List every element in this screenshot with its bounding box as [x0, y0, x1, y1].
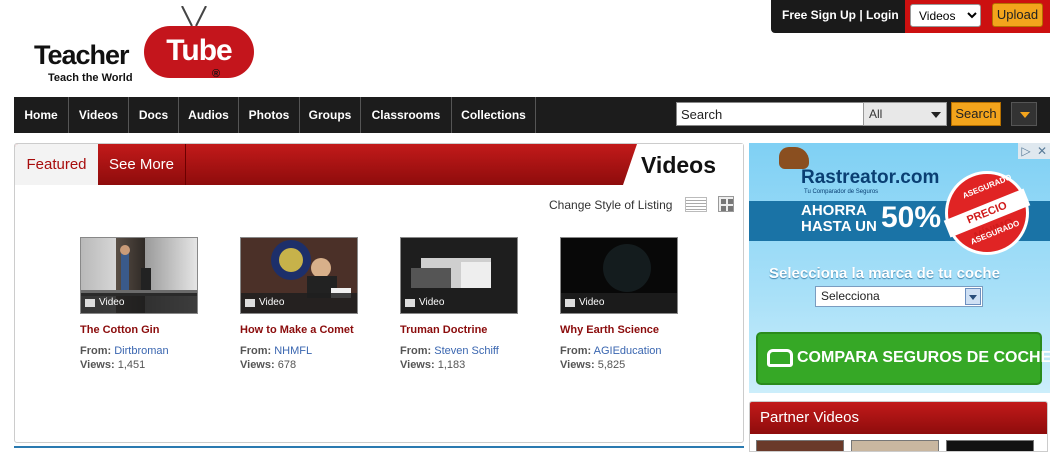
nav-videos[interactable]: Videos — [69, 97, 129, 133]
partner-videos-panel: Partner Videos — [749, 401, 1048, 452]
ad-question: Selecciona la marca de tu coche — [769, 265, 1000, 282]
ad-ahorra: AHORRA HASTA UN — [801, 202, 877, 235]
search-button[interactable]: Search — [951, 102, 1001, 126]
signup-login-link[interactable]: Free Sign Up | Login — [782, 8, 899, 22]
panel-divider — [14, 446, 744, 452]
section-title: Videos — [641, 152, 716, 178]
video-views: Views: 5,825 — [560, 359, 626, 371]
panel-header: Featured See More Videos — [15, 144, 743, 185]
account-bar: Free Sign Up | Login Videos Upload — [771, 0, 1050, 33]
dog-mascot-icon — [779, 147, 809, 169]
ad-choices-icon[interactable]: ▷ — [1018, 143, 1034, 159]
partner-videos-title: Partner Videos — [750, 402, 1047, 434]
nav-classrooms[interactable]: Classrooms — [361, 97, 452, 133]
teachertube-logo[interactable]: Teacher Tube Teach the World ® — [34, 6, 254, 88]
logo-text-tube: Tube — [144, 26, 254, 78]
video-thumbnail[interactable]: Video — [240, 237, 358, 314]
video-views: Views: 1,451 — [80, 359, 146, 371]
search-scope-select[interactable]: All — [863, 102, 947, 126]
featured-videos-panel: Featured See More Videos Change Style of… — [14, 143, 744, 443]
close-icon[interactable]: ✕ — [1034, 143, 1050, 159]
video-title[interactable]: How to Make a Comet — [240, 324, 354, 336]
uploader-link[interactable]: Dirtbroman — [114, 345, 168, 357]
partner-thumbnail[interactable] — [851, 440, 939, 451]
chevron-down-icon — [1020, 112, 1030, 118]
video-views: Views: 678 — [240, 359, 297, 371]
car-icon — [767, 349, 793, 367]
upload-button[interactable]: Upload — [992, 3, 1043, 27]
video-thumbnail[interactable]: Video — [400, 237, 518, 314]
video-badge: Video — [401, 293, 517, 313]
search-input[interactable]: Search — [676, 102, 866, 126]
video-badge: Video — [241, 293, 357, 313]
registered-mark: ® — [212, 68, 221, 80]
change-style-label: Change Style of Listing — [549, 198, 673, 212]
chevron-down-icon — [931, 112, 941, 118]
logo-text-teacher: Teacher — [34, 40, 130, 70]
film-icon — [245, 299, 255, 307]
video-from: From: AGIEducation — [560, 345, 662, 357]
video-title[interactable]: The Cotton Gin — [80, 324, 159, 336]
nav-docs[interactable]: Docs — [129, 97, 179, 133]
video-thumbnail[interactable]: Video — [80, 237, 198, 314]
ad-cta-button[interactable]: COMPARA SEGUROS DE COCHE — [756, 332, 1050, 385]
tab-featured[interactable]: Featured — [15, 144, 98, 185]
video-views: Views: 1,183 — [400, 359, 466, 371]
film-icon — [405, 299, 415, 307]
search-input-text: Search — [681, 107, 723, 122]
list-view-icon[interactable] — [685, 197, 707, 212]
uploader-link[interactable]: Steven Schiff — [434, 345, 499, 357]
nav-photos[interactable]: Photos — [239, 97, 300, 133]
video-from: From: NHMFL — [240, 345, 313, 357]
grid-view-icon[interactable] — [718, 196, 734, 212]
video-badge: Video — [81, 293, 197, 313]
film-icon — [85, 299, 95, 307]
video-thumbnail[interactable]: Video — [560, 237, 678, 314]
ad-brand: Rastreator.com — [801, 167, 940, 188]
film-icon — [565, 299, 575, 307]
ad-percent: 50% — [881, 201, 942, 234]
price-seal: ASEGURADO PRECIO MÍNIMO ASEGURADO — [943, 171, 1031, 255]
uploader-link[interactable]: AGIEducation — [594, 345, 662, 357]
nav-home[interactable]: Home — [14, 97, 69, 133]
antenna-icon — [181, 6, 207, 27]
video-title[interactable]: Why Earth Science — [560, 324, 659, 336]
video-from: From: Dirtbroman — [80, 345, 169, 357]
nav-more-button[interactable] — [1011, 102, 1037, 126]
tab-see-more[interactable]: See More — [98, 144, 186, 185]
search-scope-value: All — [869, 107, 883, 121]
content-type-select[interactable]: Videos — [910, 4, 981, 27]
nav-groups[interactable]: Groups — [300, 97, 361, 133]
nav-audios[interactable]: Audios — [179, 97, 239, 133]
nav-collections[interactable]: Collections — [452, 97, 536, 133]
section-title-box: Videos — [623, 144, 743, 185]
car-brand-select[interactable]: Selecciona — [815, 286, 983, 307]
advertisement[interactable]: ▷ ✕ Rastreator.com Tu Comparador de Segu… — [749, 143, 1050, 393]
logo-tagline: Teach the World — [48, 72, 133, 84]
partner-thumbnail[interactable] — [946, 440, 1034, 451]
chevron-down-icon — [965, 288, 981, 305]
partner-thumbnail[interactable] — [756, 440, 844, 451]
video-badge: Video — [561, 293, 677, 313]
main-nav: Home Videos Docs Audios Photos Groups Cl… — [14, 97, 1050, 133]
video-from: From: Steven Schiff — [400, 345, 499, 357]
uploader-link[interactable]: NHMFL — [274, 345, 312, 357]
ad-brand-sub: Tu Comparador de Seguros — [804, 189, 879, 195]
video-title[interactable]: Truman Doctrine — [400, 324, 487, 336]
